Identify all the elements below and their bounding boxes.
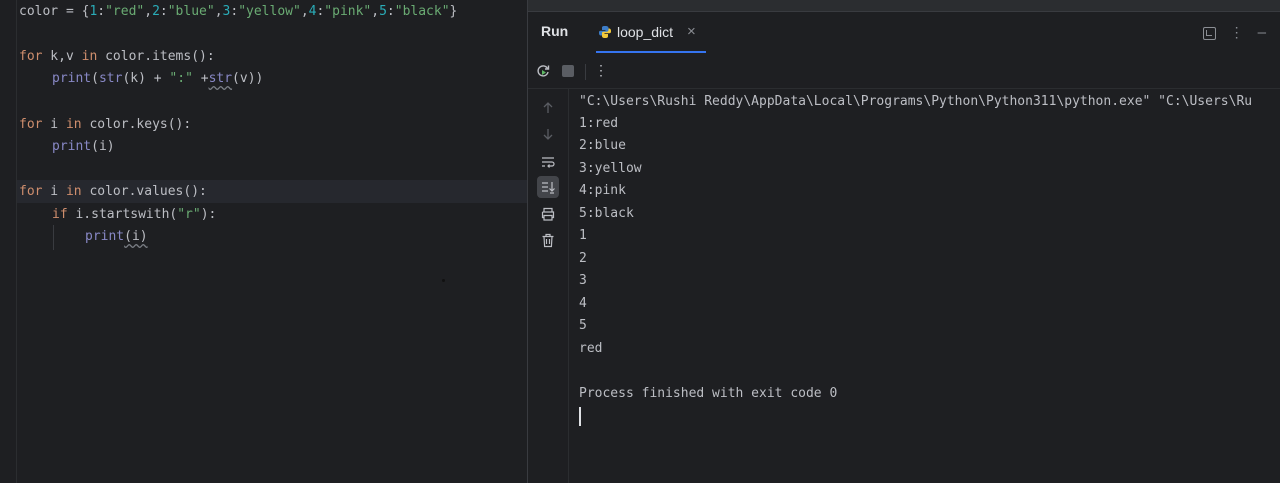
editor-gutter-border [16, 0, 17, 483]
more-options-icon[interactable]: ⋮ [1230, 25, 1244, 41]
run-window-actions: ⋮ — [1202, 25, 1266, 41]
console-line: 2 [579, 251, 587, 266]
console-line: 4:pink [579, 183, 626, 198]
console-line: "C:\Users\Rushi Reddy\AppData\Local\Prog… [579, 94, 1253, 109]
python-icon [599, 26, 611, 38]
run-tab-bar: Run loop_dict × ⋮ — [528, 11, 1280, 53]
console-line: 3:yellow [579, 161, 642, 176]
code-editor[interactable]: color = {1:"red",2:"blue",3:"yellow",4:"… [0, 0, 527, 483]
console-line: 4 [579, 296, 587, 311]
run-tool-window: Run loop_dict × ⋮ — ⋮ "C:\Users\Rushi Re… [527, 0, 1280, 483]
console-line: 5 [579, 318, 587, 333]
clear-all-trash-icon[interactable] [537, 229, 559, 251]
console-line: red [579, 341, 603, 356]
console-line: 5:black [579, 206, 634, 221]
toolbar-more-icon[interactable]: ⋮ [594, 62, 608, 79]
scroll-up-icon[interactable] [537, 97, 559, 119]
close-tab-icon[interactable]: × [687, 23, 696, 40]
tab-loop-dict[interactable]: loop_dict × [596, 11, 706, 53]
console-line: 1 [579, 228, 587, 243]
code-line-11[interactable]: print(i) [85, 226, 148, 248]
stray-dot [442, 279, 445, 282]
console-side-toolbar [528, 89, 569, 483]
code-line-7[interactable]: print(i) [52, 136, 115, 158]
active-tab-indicator [596, 51, 706, 53]
scroll-down-icon[interactable] [537, 123, 559, 145]
code-line-9[interactable]: for i in color.values(): [19, 181, 207, 203]
soft-wrap-icon[interactable] [537, 151, 559, 173]
console-line: 2:blue [579, 138, 626, 153]
code-line-4[interactable]: print(str(k) + ":" +str(v)) [52, 68, 263, 90]
process-finished-message: Process finished with exit code 0 [579, 386, 838, 401]
console-output[interactable]: "C:\Users\Rushi Reddy\AppData\Local\Prog… [569, 89, 1280, 483]
text-caret [579, 407, 581, 426]
code-line-1[interactable]: color = {1:"red",2:"blue",3:"yellow",4:"… [19, 1, 457, 23]
tab-label: loop_dict [617, 24, 674, 40]
print-icon[interactable] [537, 203, 559, 225]
scroll-to-end-icon[interactable] [537, 176, 559, 198]
code-line-10[interactable]: if i.startswith("r"): [52, 204, 216, 226]
run-toolbar: ⋮ [528, 54, 1280, 89]
console-line: 3 [579, 273, 587, 288]
restore-layout-icon[interactable] [1202, 26, 1216, 40]
rerun-icon[interactable] [535, 63, 551, 79]
minimize-icon[interactable]: — [1258, 25, 1266, 41]
console-line: 1:red [579, 116, 619, 131]
code-line-3[interactable]: for k,v in color.items(): [19, 46, 215, 68]
indent-guide [53, 225, 54, 250]
toolbar-separator [585, 64, 586, 80]
code-line-6[interactable]: for i in color.keys(): [19, 114, 191, 136]
run-title: Run [541, 23, 569, 39]
stop-icon[interactable] [562, 65, 574, 77]
